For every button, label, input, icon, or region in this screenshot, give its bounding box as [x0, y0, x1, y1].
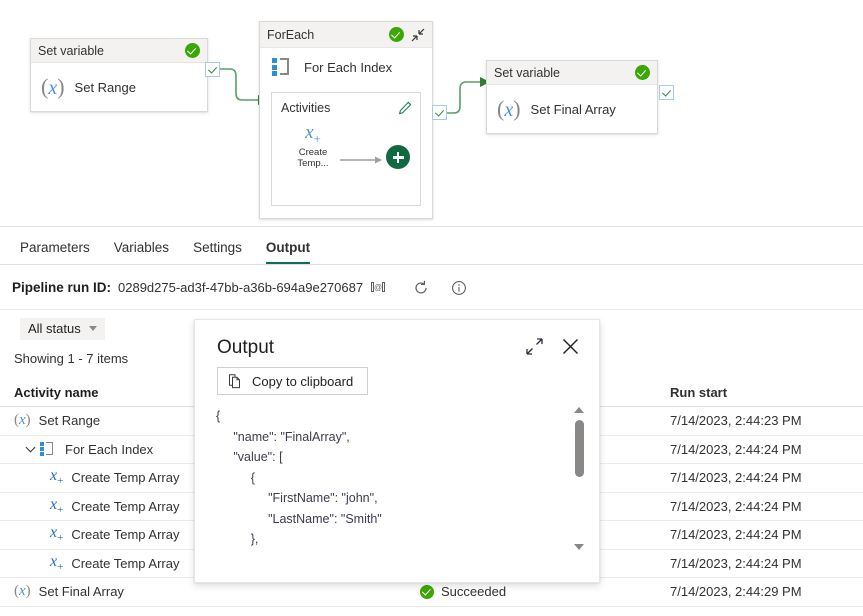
copy-id-icon[interactable]: @ — [371, 281, 386, 295]
row-activity-label: Create Temp Array — [71, 527, 180, 543]
scroll-up-arrow[interactable] — [574, 407, 584, 413]
activities-label: Activities — [281, 101, 331, 115]
node-activity-name: Set Range — [74, 79, 136, 95]
showing-items-count: Showing 1 - 7 items — [14, 351, 129, 366]
canvas-node-set-final-array[interactable]: Set variable (x) Set Final Array — [486, 60, 658, 134]
connector-check-set-final-array[interactable] — [659, 85, 674, 100]
cell-run-start: 7/14/2023, 2:44:24 PM — [670, 441, 802, 457]
copy-button-label: Copy to clipboard — [252, 373, 354, 389]
variable-x-icon: (x) — [497, 96, 521, 121]
cell-run-start: 7/14/2023, 2:44:24 PM — [670, 555, 802, 571]
node-body: (x) Set Range — [31, 63, 207, 111]
column-header-run-start[interactable]: Run start — [670, 385, 863, 400]
success-check-icon — [635, 65, 650, 80]
status-filter-label: All status — [28, 320, 81, 336]
set-variable-plus-icon: x+ — [50, 524, 64, 545]
dialog-scrollbar[interactable] — [573, 406, 587, 551]
output-json-content: { "name": "FinalArray", "value": [ { "Fi… — [216, 409, 382, 546]
dialog-title: Output — [217, 337, 275, 358]
tab-settings[interactable]: Settings — [181, 240, 254, 264]
node-header: Set variable — [31, 39, 207, 63]
canvas-node-foreach[interactable]: ForEach For Each Index Activities x+ Cre… — [259, 21, 433, 219]
mini-activity-create-temp[interactable]: x+ Create Temp... — [290, 123, 336, 169]
cell-status: Succeeded — [420, 584, 670, 599]
node-activity-name: Set Final Array — [530, 101, 616, 117]
set-variable-plus-icon: x+ — [50, 495, 64, 516]
copy-to-clipboard-button[interactable]: Copy to clipboard — [217, 367, 369, 395]
scrollbar-thumb[interactable] — [575, 420, 584, 477]
tab-variables[interactable]: Variables — [102, 240, 181, 264]
status-filter-dropdown[interactable]: All status — [20, 317, 105, 340]
foreach-index-label: For Each Index — [304, 59, 393, 75]
foreach-index-row: For Each Index — [260, 48, 432, 76]
close-x-icon[interactable] — [562, 338, 579, 358]
node-header: ForEach — [260, 22, 432, 48]
pipeline-run-id-label: Pipeline run ID: — [12, 280, 112, 295]
cell-run-start: 7/14/2023, 2:44:23 PM — [670, 413, 802, 429]
collapse-diagonal-icon[interactable] — [411, 28, 425, 42]
mini-flow-arrow — [340, 156, 382, 164]
tab-parameters[interactable]: Parameters — [8, 240, 102, 264]
variable-x-icon: (x) — [14, 583, 31, 600]
scroll-down-arrow[interactable] — [574, 544, 584, 550]
detail-tab-bar[interactable]: Parameters Variables Settings Output — [0, 227, 863, 265]
output-dialog[interactable]: Output Copy to clipboard { "name": "Fina… — [194, 319, 600, 583]
row-activity-label: Set Range — [38, 413, 101, 429]
variable-x-icon: (x) — [41, 74, 65, 99]
row-activity-label: Create Temp Array — [71, 498, 180, 514]
node-type-label: Set variable — [38, 43, 105, 58]
foreach-loop-icon — [40, 442, 55, 457]
node-header: Set variable — [487, 61, 657, 85]
variable-x-icon: (x) — [14, 412, 31, 429]
copy-icon — [228, 373, 243, 389]
cell-run-start: 7/14/2023, 2:44:24 PM — [670, 498, 802, 514]
row-activity-label: Set Final Array — [38, 584, 124, 600]
success-check-icon — [420, 584, 434, 599]
expand-diagonal-icon[interactable] — [526, 338, 543, 358]
row-activity-label: For Each Index — [65, 441, 154, 457]
success-check-icon — [389, 27, 404, 42]
status-label: Succeeded — [441, 584, 507, 600]
set-variable-plus-icon: x+ — [50, 552, 64, 573]
success-check-icon — [185, 43, 200, 58]
cell-run-start: 7/14/2023, 2:44:24 PM — [670, 527, 802, 543]
pipeline-run-id-bar: Pipeline run ID: 0289d275-ad3f-47bb-a36b… — [0, 266, 863, 310]
cell-run-start: 7/14/2023, 2:44:29 PM — [670, 584, 802, 600]
cell-activity-name: (x) Set Final Array — [0, 583, 420, 600]
row-activity-label: Create Temp Array — [71, 470, 180, 486]
set-variable-plus-icon: x+ — [305, 122, 321, 146]
mini-activity-label: Create Temp... — [297, 146, 329, 169]
activities-header: Activities — [272, 93, 420, 115]
tab-output[interactable]: Output — [254, 240, 322, 264]
svg-text:@: @ — [374, 283, 382, 292]
connector-check-set-range[interactable] — [205, 62, 220, 77]
node-title-foreach: ForEach — [267, 27, 315, 42]
status-badge: Succeeded — [420, 584, 506, 599]
canvas-node-set-range[interactable]: Set variable (x) Set Range — [30, 38, 208, 112]
pencil-icon[interactable] — [398, 101, 412, 115]
node-body: (x) Set Final Array — [487, 85, 657, 133]
add-plus-circle-icon[interactable] — [386, 145, 410, 169]
info-circle-icon[interactable] — [451, 280, 467, 296]
cell-run-start: 7/14/2023, 2:44:24 PM — [670, 470, 802, 486]
row-expander-toggle[interactable] — [20, 447, 40, 451]
node-type-label: Set variable — [494, 65, 561, 80]
pipeline-run-id-value: 0289d275-ad3f-47bb-a36b-694a9e270687 — [118, 280, 364, 295]
foreach-loop-icon — [272, 58, 292, 76]
chevron-down-icon — [88, 325, 97, 331]
refresh-icon[interactable] — [413, 280, 429, 296]
set-variable-plus-icon: x+ — [50, 467, 64, 488]
pipeline-canvas[interactable]: Set variable (x) Set Range ForEach For E… — [0, 0, 863, 227]
row-activity-label: Create Temp Array — [71, 555, 180, 571]
activities-container[interactable]: Activities x+ Create Temp... — [271, 92, 421, 206]
connector-check-foreach[interactable] — [432, 105, 447, 120]
